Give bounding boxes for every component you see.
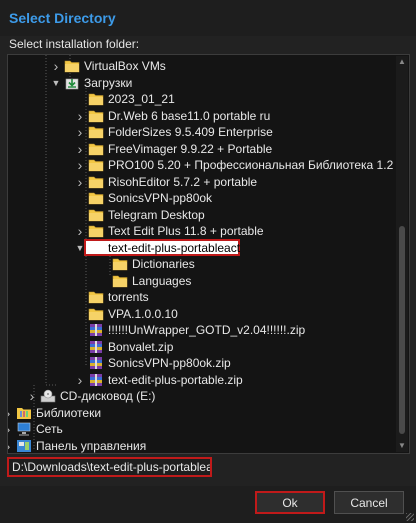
tree-item-label: !!!!!!UnWrapper_GOTD_v2.04!!!!!!.zip (108, 323, 306, 337)
tree-item-label: Корзина (36, 453, 82, 454)
tree-item[interactable]: › Сеть (8, 420, 393, 438)
network-icon (16, 422, 32, 436)
tree-item-label: VPA.1.0.0.10 (108, 306, 178, 321)
tree-item-label: torrents (108, 290, 149, 304)
tree-item[interactable]: ▼ Загрузки (8, 74, 393, 92)
tree-item-label: VirtualBox VMs (84, 59, 166, 73)
tree-item-label: Telegram Desktop (108, 207, 205, 222)
tree-item[interactable]: Dictionaries (8, 255, 393, 273)
tree-item-label: Dr.Web 6 base11.0 portable ru (108, 108, 271, 123)
tree-item-label: Text Edit Plus 11.8 + portable (108, 224, 264, 238)
folder-icon (64, 59, 80, 73)
tree-scrollbar[interactable]: ▲ ▼ (396, 56, 408, 452)
tree-item-label: text-edit-plus-portableact (108, 240, 241, 255)
tree-item[interactable]: Languages (8, 272, 393, 290)
tree-item[interactable]: 2023_01_21 (8, 90, 393, 108)
tree-item[interactable]: › PRO100 5.20 + Профессиональная Библиоте… (8, 156, 394, 174)
scroll-up-icon[interactable]: ▲ (398, 58, 406, 66)
tree-item[interactable]: › Панель управления (8, 437, 393, 454)
tree-item-label: Панель управления (36, 438, 147, 453)
chevron-right-icon[interactable]: › (26, 387, 38, 405)
chevron-right-icon[interactable]: › (74, 173, 86, 191)
path-field[interactable]: D:\Downloads\text-edit-plus-portableact (7, 457, 212, 477)
chevron-right-icon[interactable]: › (8, 404, 14, 422)
folder-tree[interactable]: › VirtualBox VMs ▼ Загрузки 2023_01_21 › Dr.We… (7, 54, 410, 454)
folder-icon (88, 224, 104, 238)
tree-item-label: Библиотеки (36, 405, 102, 420)
folder-icon (112, 274, 128, 288)
tree-item-label: CD-дисковод (E:) (60, 389, 156, 403)
folder-icon (88, 208, 104, 222)
control-panel-icon (16, 439, 32, 453)
chevron-right-icon[interactable]: › (74, 123, 86, 141)
tree-item[interactable]: › RisohEditor 5.7.2 + portable (8, 173, 393, 191)
libraries-folder-icon (16, 406, 32, 420)
dialog-title-bar: Select Directory (0, 0, 416, 36)
tree-item[interactable]: ▼ text-edit-plus-portableact (8, 238, 393, 257)
folder-icon (88, 191, 104, 205)
tree-item-label: FreeVimager 9.9.22 + Portable (108, 141, 273, 156)
tree-item[interactable]: torrents (8, 288, 393, 306)
tree-item-label: RisohEditor 5.7.2 + portable (108, 174, 258, 189)
chevron-right-icon[interactable]: › (8, 420, 14, 438)
cd-drive-icon (40, 389, 56, 403)
chevron-right-icon[interactable]: › (74, 371, 86, 389)
ok-button[interactable]: Ok (255, 491, 325, 514)
downloads-folder-icon (64, 76, 80, 90)
folder-icon (88, 290, 104, 304)
folder-icon (88, 109, 104, 123)
tree-item-label: text-edit-plus-portable.zip (108, 372, 243, 387)
folder-icon (88, 92, 104, 106)
chevron-right-icon[interactable]: › (74, 140, 86, 158)
folder-icon (88, 175, 104, 189)
tree-item-label: SonicsVPN-pp80ok.zip (108, 356, 231, 370)
scroll-down-icon[interactable]: ▼ (398, 442, 406, 450)
dialog-title: Select Directory (9, 10, 116, 26)
tree-item-label: Bonvalet.zip (108, 339, 174, 354)
tree-item[interactable]: › FreeVimager 9.9.22 + Portable (8, 140, 393, 158)
folder-icon (88, 125, 104, 139)
tree-item[interactable]: Корзина (8, 453, 393, 454)
tree-item[interactable]: › CD-дисковод (E:) (8, 387, 393, 405)
cancel-button[interactable]: Cancel (334, 491, 404, 514)
folder-icon (112, 257, 128, 271)
zip-archive-icon (88, 356, 104, 370)
chevron-right-icon[interactable]: › (50, 57, 62, 75)
chevron-down-icon[interactable]: ▼ (50, 74, 62, 92)
tree-item[interactable]: Bonvalet.zip (8, 338, 393, 356)
tree-item[interactable]: › Text Edit Plus 11.8 + portable (8, 222, 393, 240)
tree-item[interactable]: SonicsVPN-pp80ok.zip (8, 354, 393, 372)
tree-item[interactable]: Telegram Desktop (8, 206, 393, 224)
tree-item-label: PRO100 5.20 + Профессиональная Библиотек… (108, 158, 394, 172)
tree-item-label: Загрузки (84, 75, 133, 90)
tree-item[interactable]: › text-edit-plus-portable.zip (8, 371, 393, 389)
zip-archive-icon (88, 340, 104, 354)
tree-item[interactable]: › FolderSizes 9.5.409 Enterprise (8, 123, 393, 141)
zip-archive-icon (88, 373, 104, 387)
tree-item[interactable]: SonicsVPN-pp80ok (8, 189, 393, 207)
tree-item[interactable]: VPA.1.0.0.10 (8, 305, 393, 323)
zip-archive-icon (88, 323, 104, 337)
tree-item-label: Dictionaries (132, 257, 195, 271)
folder-icon (88, 142, 104, 156)
tree-item[interactable]: › VirtualBox VMs (8, 57, 393, 75)
tree-item[interactable]: !!!!!!UnWrapper_GOTD_v2.04!!!!!!.zip (8, 321, 393, 339)
subtitle-label: Select installation folder: (9, 37, 140, 51)
resize-grip-icon[interactable] (406, 513, 414, 521)
tree-item-label: SonicsVPN-pp80ok (108, 191, 213, 205)
tree-item-label: Сеть (36, 422, 63, 436)
chevron-right-icon[interactable]: › (74, 222, 86, 240)
folder-icon (88, 158, 104, 172)
tree-item-label: Languages (132, 273, 192, 288)
folder-icon (88, 307, 104, 321)
tree-item[interactable]: › Библиотеки (8, 404, 393, 422)
tree-item-label: FolderSizes 9.5.409 Enterprise (108, 125, 273, 139)
chevron-right-icon[interactable]: › (74, 107, 86, 125)
scrollbar-thumb[interactable] (399, 226, 405, 434)
chevron-right-icon[interactable]: › (74, 156, 86, 174)
tree-item[interactable]: › Dr.Web 6 base11.0 portable ru (8, 107, 393, 125)
tree-item-label: 2023_01_21 (108, 92, 175, 106)
chevron-right-icon[interactable]: › (8, 437, 14, 454)
